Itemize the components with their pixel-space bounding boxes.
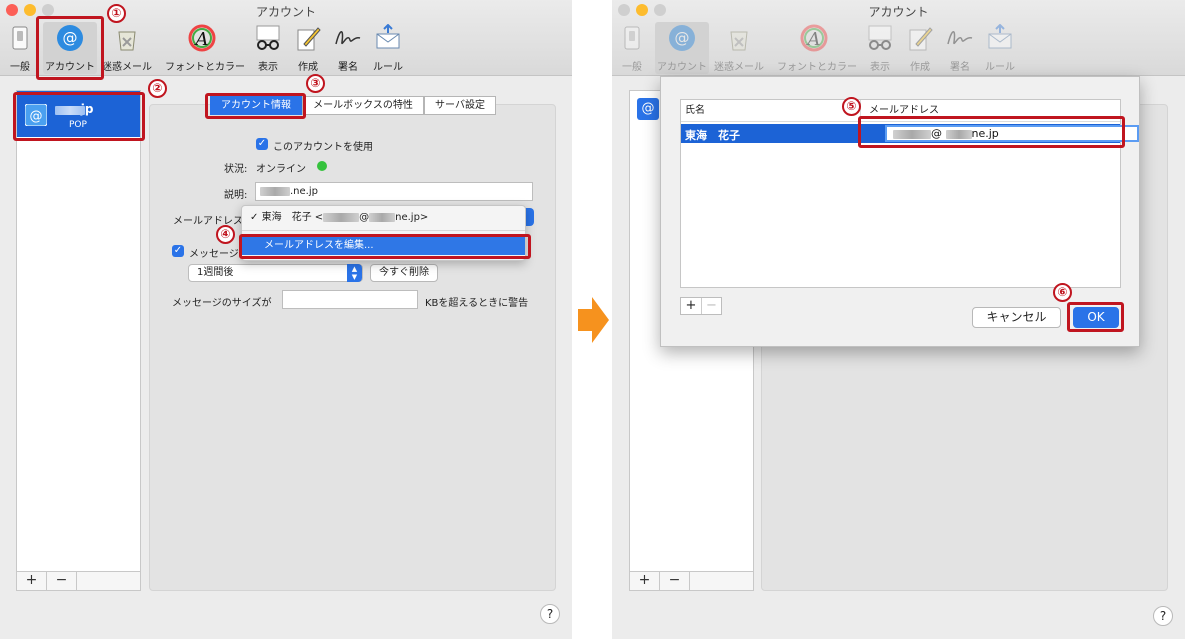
pencil-icon	[909, 27, 933, 51]
delete-period-popup[interactable]: 1週間後 ▲ ▼	[188, 264, 363, 282]
next-step-arrow-icon	[578, 297, 609, 343]
menu-item-current-address[interactable]: ✓ 東海 花子 < @ ne.jp>	[242, 209, 525, 227]
toolbar: アカウント 一般 @ アカウント 迷惑メール A フォントとカラー 表示 作成 …	[612, 0, 1185, 76]
delete-messages-checkbox[interactable]: ✓	[172, 245, 184, 257]
help-button[interactable]: ?	[540, 604, 560, 624]
rules-envelope-icon	[376, 24, 400, 49]
status-label: 状況:	[224, 164, 248, 175]
step-4-marker: ④	[216, 225, 235, 244]
step-3-marker: ③	[306, 74, 325, 93]
menu-divider	[242, 230, 525, 231]
font-color-icon: A	[188, 24, 216, 52]
svg-text:@: @	[675, 29, 690, 47]
add-remove-controls: + −	[680, 297, 722, 315]
settings-panel	[149, 104, 556, 591]
email-address-label: メールアドレス	[173, 216, 243, 227]
size-warning-label: メッセージのサイズが	[172, 298, 272, 309]
at-sign-icon: @	[669, 25, 695, 51]
remove-address-button[interactable]: −	[702, 298, 721, 314]
add-account-button[interactable]: +	[630, 572, 660, 590]
preferences-window-left: アカウント 一般 @ アカウント 迷惑メール A フォントとカラー 表示 作成 …	[0, 0, 572, 639]
tab-junk-mail[interactable]: 迷惑メール	[712, 22, 766, 74]
window-title: アカウント	[868, 5, 929, 19]
description-label: 説明:	[224, 190, 248, 201]
tab-server-settings[interactable]: サーバ設定	[424, 96, 496, 115]
rules-envelope-icon	[988, 24, 1012, 49]
svg-text:A: A	[806, 29, 821, 50]
highlight-accounts-tab	[36, 16, 104, 80]
tab-rules[interactable]: ルール	[973, 22, 1027, 74]
highlight-account-info-tab	[205, 93, 306, 119]
glasses-icon	[868, 25, 892, 50]
popup-chevron-icon: ▲ ▼	[347, 264, 362, 282]
remove-account-button[interactable]: −	[47, 572, 77, 590]
account-list[interactable]: @ .ne.jp POP + −	[16, 90, 141, 591]
delete-now-button[interactable]: 今すぐ削除	[370, 264, 438, 282]
signature-icon	[335, 31, 361, 45]
highlight-email-field	[858, 116, 1125, 148]
add-account-button[interactable]: +	[17, 572, 47, 590]
highlight-account-item	[13, 92, 145, 141]
help-button[interactable]: ?	[1153, 606, 1173, 626]
step-2-marker: ②	[148, 79, 167, 98]
status-value: オンライン	[256, 164, 306, 175]
size-warning-suffix: KBを超えるときに警告	[425, 298, 529, 309]
trash-icon	[730, 31, 748, 51]
add-address-button[interactable]: +	[681, 298, 702, 314]
tab-mailbox-behaviors[interactable]: メールボックスの特性	[302, 96, 424, 115]
size-limit-field[interactable]	[282, 290, 418, 309]
enable-account-label: このアカウントを使用	[273, 142, 373, 153]
description-field[interactable]: .ne.jp	[255, 182, 533, 201]
online-status-dot	[317, 161, 327, 171]
tab-rules[interactable]: ルール	[361, 22, 415, 74]
step-6-marker: ⑥	[1053, 283, 1072, 302]
step-1-marker: ①	[107, 4, 126, 23]
font-color-icon: A	[800, 24, 828, 52]
remove-account-button[interactable]: −	[660, 572, 690, 590]
account-list-controls: + −	[17, 571, 140, 590]
tab-accounts[interactable]: @ アカウント	[655, 22, 709, 74]
switch-icon	[624, 26, 640, 50]
glasses-icon	[256, 25, 280, 50]
highlight-ok-button	[1067, 302, 1124, 332]
tab-fonts-colors[interactable]: A フォントとカラー	[165, 22, 245, 74]
pencil-icon	[297, 27, 321, 51]
account-list-controls: + −	[630, 571, 753, 590]
signature-icon	[947, 31, 973, 45]
tab-fonts-colors[interactable]: A フォントとカラー	[777, 22, 857, 74]
enable-account-checkbox[interactable]: ✓	[256, 138, 268, 150]
column-header-name[interactable]: 氏名	[681, 100, 861, 122]
highlight-edit-addresses	[239, 234, 531, 259]
at-sign-icon: @	[637, 98, 659, 120]
trash-icon	[118, 31, 136, 51]
svg-text:A: A	[194, 29, 209, 50]
step-5-marker: ⑤	[842, 97, 861, 116]
tab-junk-mail[interactable]: 迷惑メール	[100, 22, 154, 74]
switch-icon	[12, 26, 28, 50]
delete-messages-label: メッセージ	[189, 249, 239, 260]
row-name: 東海 花子	[685, 129, 740, 142]
cancel-button[interactable]: キャンセル	[972, 307, 1061, 328]
